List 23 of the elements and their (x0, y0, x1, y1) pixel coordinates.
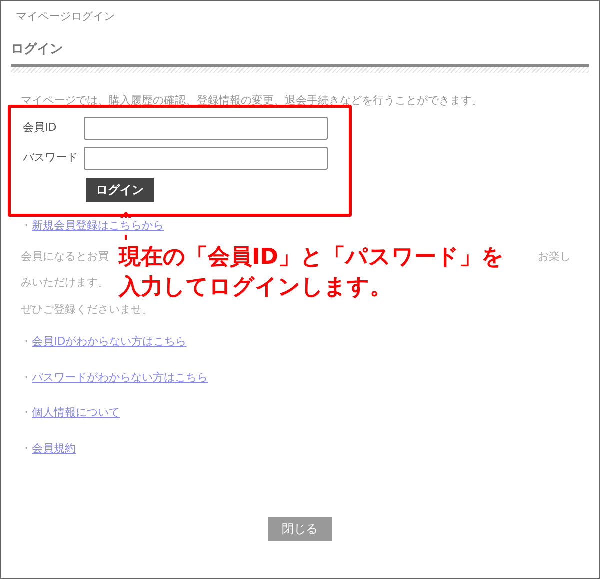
field-label: パスワード (23, 150, 79, 166)
help-link[interactable]: パスワードがわからない方はこちら (32, 370, 208, 386)
window-title: マイページログイン (16, 10, 115, 23)
input-field[interactable] (84, 147, 328, 170)
benefit-text: 会員になるとお買 (21, 248, 109, 264)
page-heading: ログイン (11, 42, 63, 56)
field-label: 会員ID (23, 120, 58, 136)
bullet: ・ (21, 370, 32, 386)
input-field[interactable] (84, 117, 328, 140)
close-button[interactable]: 閉じる (268, 517, 332, 541)
benefit-text: お楽し (538, 248, 571, 264)
bullet: ・ (21, 440, 32, 456)
register-link[interactable]: 新規会員登録はこちらから (32, 218, 164, 234)
help-link[interactable]: 会員規約 (32, 440, 76, 457)
bullet: ・ (21, 218, 32, 234)
help-link[interactable]: 個人情報について (32, 405, 120, 422)
help-link[interactable]: 会員IDがわからない方はこちら (32, 334, 187, 350)
benefit-text: ぜひご登録くださいませ。 (21, 302, 153, 316)
arrow-icon (120, 212, 132, 240)
bullet: ・ (21, 334, 32, 350)
benefit-text: みいただけます。 (21, 276, 109, 289)
bullet: ・ (21, 405, 32, 421)
login-button[interactable]: ログイン (86, 178, 154, 202)
